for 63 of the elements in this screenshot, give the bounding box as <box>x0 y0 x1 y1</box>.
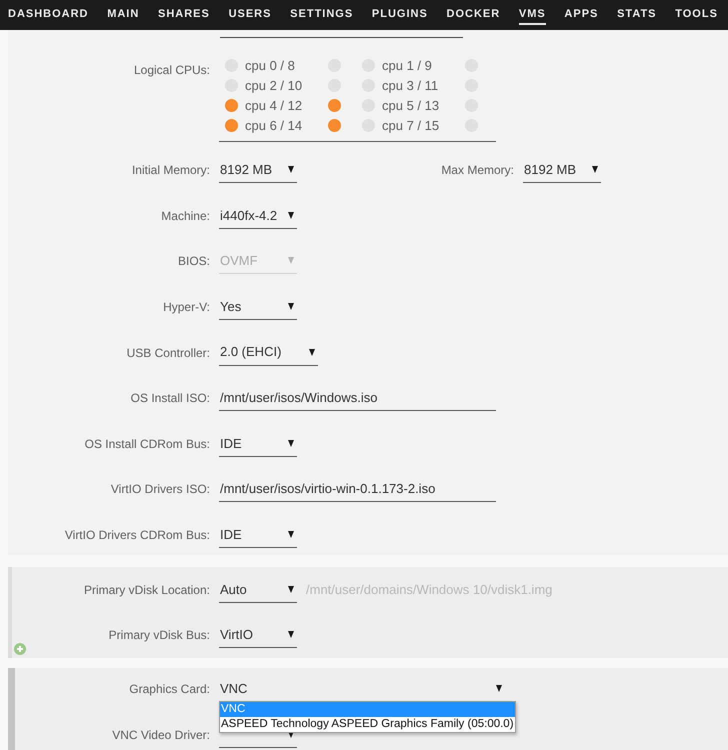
field-label: Primary vDisk Bus: <box>108 626 210 643</box>
caret-icon <box>496 684 502 692</box>
caret-icon <box>288 730 294 738</box>
caret-icon <box>288 586 294 593</box>
caret-icon <box>309 348 315 356</box>
field-label: USB Controller: <box>126 344 210 361</box>
cpu-label: cpu 6 / 14 <box>245 116 304 135</box>
nav-tab[interactable]: VMS <box>518 0 546 25</box>
select-field[interactable]: IDE <box>219 522 297 548</box>
cpu-label: cpu 3 / 11 <box>382 76 440 95</box>
caret-icon <box>288 440 294 447</box>
text-field[interactable]: /mnt/user/isos/virtio-win-0.1.173-2.iso <box>219 476 496 502</box>
field-label: BIOS: <box>176 253 210 270</box>
select-field[interactable]: 8192 MB <box>523 157 601 184</box>
dropdown-option[interactable]: ASPEED Technology ASPEED Graphics Family (05:00.0) <box>220 716 515 732</box>
cpu-label: cpu 0 / 8 <box>245 56 296 75</box>
cpu-label: cpu 2 / 10 <box>245 76 304 95</box>
cpu-label: cpu 1 / 9 <box>382 56 433 75</box>
field-label: Logical CPUs: <box>132 62 210 78</box>
cpu-checkbox[interactable] <box>328 99 341 112</box>
nav-tab[interactable]: MAIN <box>107 0 140 25</box>
select-field[interactable]: 2.0 (EHCI) <box>219 340 318 366</box>
caret-icon <box>592 166 598 174</box>
select-field[interactable]: i440fx-4.2 <box>219 202 297 229</box>
select-field[interactable]: 8192 MB <box>219 157 297 184</box>
field-label: OS Install ISO: <box>130 390 210 406</box>
nav-tab[interactable]: DASHBOARD <box>8 0 88 25</box>
field-label: OS Install CDRom Bus: <box>84 436 210 452</box>
field-label: Primary vDisk Location: <box>82 582 210 598</box>
cpu-checkbox[interactable] <box>225 119 238 132</box>
nav-tab[interactable]: APPS <box>564 0 598 25</box>
nav-tab[interactable]: USERS <box>228 0 272 25</box>
field-label: Machine: <box>160 208 210 224</box>
text-field[interactable]: /mnt/user/isos/Windows.iso <box>219 385 496 412</box>
nav-tab[interactable]: DOCKER <box>446 0 500 25</box>
select-field[interactable]: VirtIO <box>219 622 297 648</box>
cpu-label: cpu 4 / 12 <box>245 96 304 115</box>
caret-icon <box>288 257 294 264</box>
caret-icon <box>288 212 294 219</box>
nav-tab[interactable]: STATS <box>617 0 657 25</box>
nav-tab[interactable]: SHARES <box>158 0 210 25</box>
caret-icon <box>288 530 294 538</box>
field-label: Hyper-V: <box>162 298 210 315</box>
cpu-label: cpu 7 / 15 <box>382 116 440 135</box>
caret-icon <box>288 630 294 638</box>
select-field[interactable]: Auto <box>219 576 297 603</box>
caret-icon <box>288 166 294 174</box>
nav-tab[interactable]: PLUGINS <box>372 0 428 25</box>
field-label: Initial Memory: <box>130 162 210 178</box>
field-label: Graphics Card: <box>128 680 210 697</box>
cpu-checkbox[interactable] <box>328 119 341 132</box>
nav-tab[interactable]: TOOLS <box>675 0 718 25</box>
cpu-checkbox[interactable] <box>225 99 238 112</box>
field-label: VNC Video Driver: <box>111 726 210 743</box>
cpu-label: cpu 5 / 13 <box>382 96 440 115</box>
add-icon[interactable] <box>14 642 26 655</box>
field-label: VirtIO Drivers ISO: <box>110 481 210 498</box>
field-label: VirtIO Drivers CDRom Bus: <box>64 526 210 543</box>
select-field[interactable]: Yes <box>219 294 297 320</box>
field-label: Max Memory: <box>440 162 514 178</box>
select-field[interactable]: IDE <box>219 430 297 457</box>
caret-icon <box>288 302 294 310</box>
nav-tab[interactable]: SETTINGS <box>290 0 354 25</box>
